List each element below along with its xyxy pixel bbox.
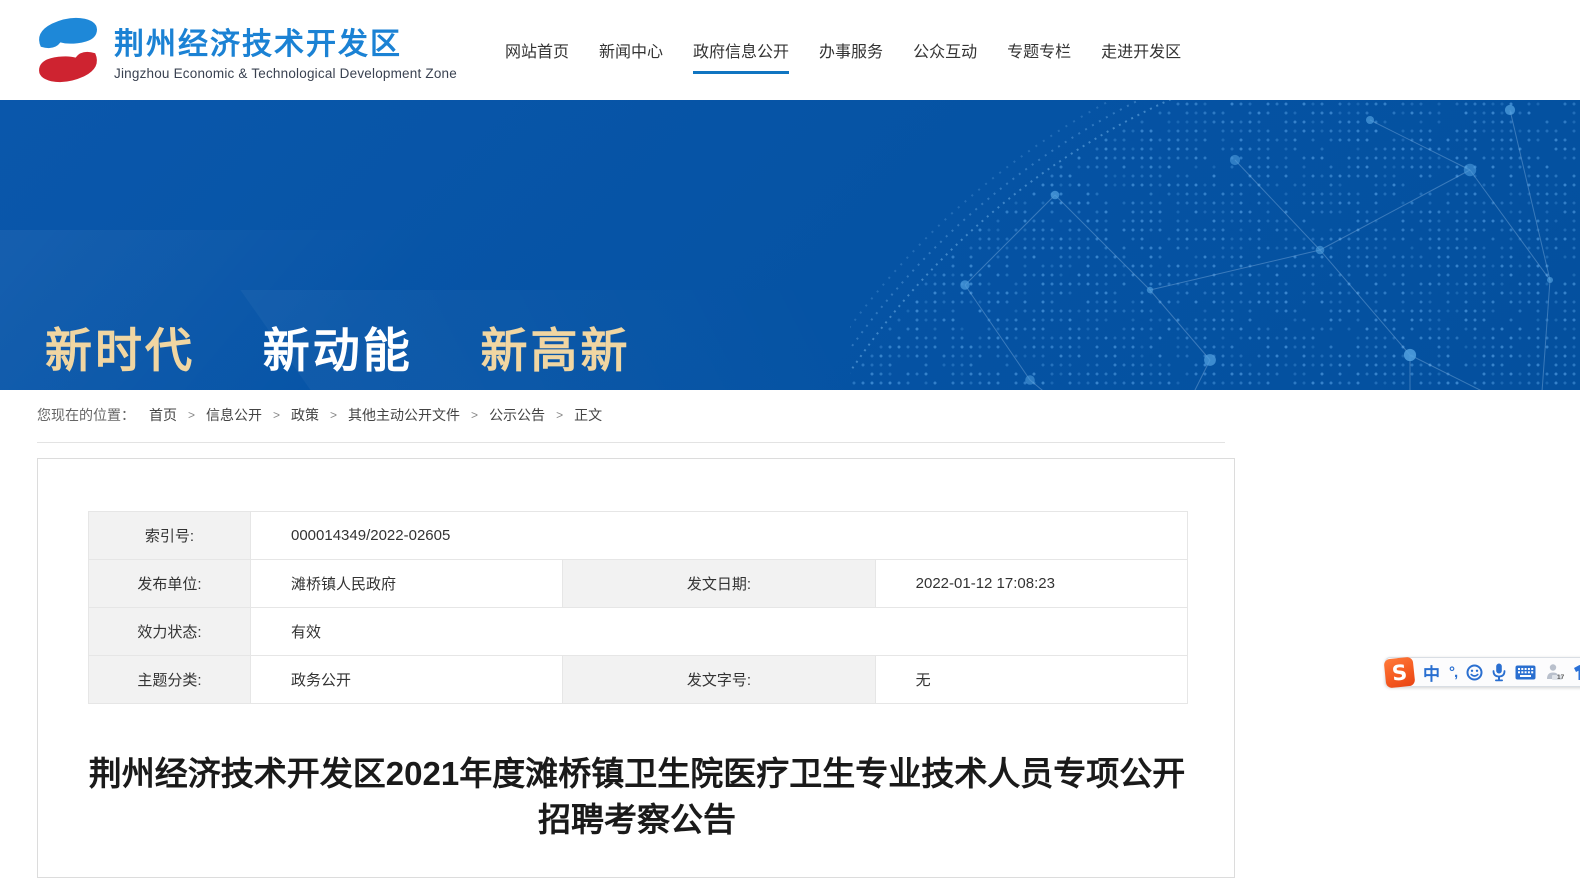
site-header: 荆州经济技术开发区 Jingzhou Economic & Technologi… bbox=[0, 0, 1580, 100]
document-info-table: 索引号: 000014349/2022-02605 发布单位: 滩桥镇人民政府 … bbox=[88, 511, 1188, 704]
table-row: 索引号: 000014349/2022-02605 bbox=[89, 512, 1188, 560]
breadcrumb-separator: > bbox=[330, 408, 337, 422]
index-number-value: 000014349/2022-02605 bbox=[251, 512, 1188, 560]
breadcrumb-item-current: 正文 bbox=[574, 405, 602, 425]
breadcrumb-separator: > bbox=[471, 408, 478, 422]
breadcrumb-prefix: 您现在的位置： bbox=[37, 405, 135, 425]
doc-number-label: 发文字号: bbox=[563, 656, 875, 704]
breadcrumb-bar: 您现在的位置： 首页 > 信息公开 > 政策 > 其他主动公开文件 > 公示公告… bbox=[0, 390, 1580, 443]
nav-item-gov-info[interactable]: 政府信息公开 bbox=[693, 0, 789, 100]
slogan-new-era: 新时代 bbox=[45, 312, 195, 381]
breadcrumb-item-home[interactable]: 首页 bbox=[149, 405, 177, 425]
slogan-new-hightech: 新高新 bbox=[481, 312, 631, 381]
breadcrumb-separator: > bbox=[273, 408, 280, 422]
site-title: 荆州经济技术开发区 bbox=[114, 19, 457, 63]
hero-banner: 新时代 新动能 新高新 bbox=[0, 100, 1580, 390]
breadcrumb-divider bbox=[37, 442, 1225, 443]
breadcrumb: 您现在的位置： 首页 > 信息公开 > 政策 > 其他主动公开文件 > 公示公告… bbox=[37, 405, 602, 425]
svg-text:17: 17 bbox=[1557, 674, 1564, 681]
breadcrumb-separator: > bbox=[188, 408, 195, 422]
logo-s-icon bbox=[28, 10, 108, 90]
chinese-mode-icon[interactable]: 中 bbox=[1423, 660, 1440, 685]
main-nav: 网站首页 新闻中心 政府信息公开 办事服务 公众互动 专题专栏 走进开发区 bbox=[505, 0, 1181, 100]
banner-slogans: 新时代 新动能 新高新 bbox=[45, 312, 684, 381]
ime-toolbar: S 中 °, 17 bbox=[1385, 657, 1580, 687]
soft-keyboard-icon[interactable] bbox=[1515, 665, 1536, 680]
index-number-label: 索引号: bbox=[89, 512, 251, 560]
publisher-value: 滩桥镇人民政府 bbox=[251, 560, 563, 608]
topic-category-label: 主题分类: bbox=[89, 656, 251, 704]
site-subtitle: Jingzhou Economic & Technological Develo… bbox=[114, 66, 457, 81]
nav-item-interaction[interactable]: 公众互动 bbox=[913, 0, 977, 100]
table-row: 主题分类: 政务公开 发文字号: 无 bbox=[89, 656, 1188, 704]
table-row: 发布单位: 滩桥镇人民政府 发文日期: 2022-01-12 17:08:23 bbox=[89, 560, 1188, 608]
tshirt-skin-icon[interactable] bbox=[1573, 664, 1580, 681]
globe-network-graphic bbox=[850, 100, 1580, 390]
topic-category-value: 政务公开 bbox=[251, 656, 563, 704]
slogan-new-energy: 新动能 bbox=[263, 312, 413, 381]
publish-date-label: 发文日期: bbox=[563, 560, 875, 608]
nav-item-about[interactable]: 走进开发区 bbox=[1101, 0, 1181, 100]
publisher-label: 发布单位: bbox=[89, 560, 251, 608]
table-row: 效力状态: 有效 bbox=[89, 608, 1188, 656]
person-skin-icon[interactable]: 17 bbox=[1545, 663, 1564, 681]
breadcrumb-item-other-docs[interactable]: 其他主动公开文件 bbox=[348, 405, 460, 425]
nav-item-home[interactable]: 网站首页 bbox=[505, 0, 569, 100]
validity-value: 有效 bbox=[251, 608, 1188, 656]
sogou-logo-icon[interactable]: S bbox=[1384, 656, 1416, 688]
nav-item-topics[interactable]: 专题专栏 bbox=[1007, 0, 1071, 100]
site-logo[interactable]: 荆州经济技术开发区 Jingzhou Economic & Technologi… bbox=[28, 10, 457, 90]
breadcrumb-separator: > bbox=[556, 408, 563, 422]
breadcrumb-item-info[interactable]: 信息公开 bbox=[206, 405, 262, 425]
breadcrumb-item-policy[interactable]: 政策 bbox=[291, 405, 319, 425]
validity-label: 效力状态: bbox=[89, 608, 251, 656]
microphone-icon[interactable] bbox=[1492, 663, 1506, 682]
emoji-icon[interactable] bbox=[1466, 664, 1483, 681]
publish-date-value: 2022-01-12 17:08:23 bbox=[875, 560, 1187, 608]
article-container: 索引号: 000014349/2022-02605 发布单位: 滩桥镇人民政府 … bbox=[37, 458, 1235, 878]
breadcrumb-item-notices[interactable]: 公示公告 bbox=[489, 405, 545, 425]
article-title: 荆州经济技术开发区2021年度滩桥镇卫生院医疗卫生专业技术人员专项公开招聘考察公… bbox=[82, 751, 1192, 843]
nav-item-news[interactable]: 新闻中心 bbox=[599, 0, 663, 100]
nav-item-services[interactable]: 办事服务 bbox=[819, 0, 883, 100]
punctuation-icon[interactable]: °, bbox=[1449, 664, 1457, 681]
doc-number-value: 无 bbox=[875, 656, 1187, 704]
